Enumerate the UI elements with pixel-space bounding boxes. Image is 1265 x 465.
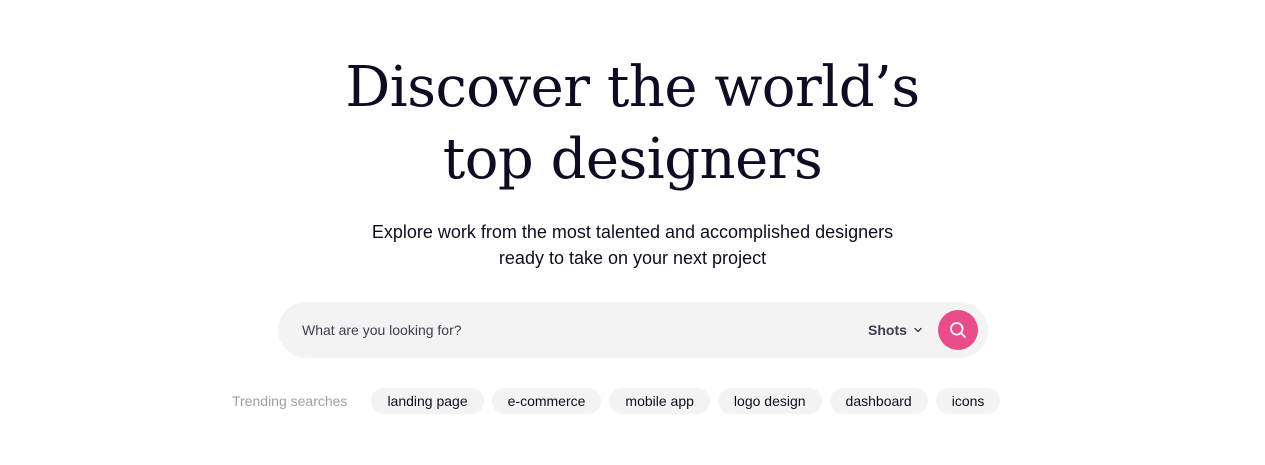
search-scope-dropdown[interactable]: Shots	[868, 318, 923, 342]
search-icon	[950, 322, 966, 338]
trending-label: Trending searches	[232, 393, 348, 409]
headline-line-2: top designers	[442, 127, 823, 192]
trending-tag-landing-page[interactable]: landing page	[371, 388, 484, 414]
search-bar: Shots	[278, 302, 988, 358]
trending-tag-logo-design[interactable]: logo design	[717, 388, 822, 414]
trending-tag-dashboard[interactable]: dashboard	[829, 388, 928, 414]
trending-tag-icons[interactable]: icons	[935, 388, 1001, 414]
search-button[interactable]	[938, 310, 978, 350]
trending-searches: Trending searches landing page e-commerc…	[232, 388, 1001, 414]
trending-tag-list: landing page e-commerce mobile app logo …	[371, 388, 1001, 414]
subtitle-line-2: ready to take on your next project	[498, 248, 767, 268]
trending-tag-e-commerce[interactable]: e-commerce	[491, 388, 602, 414]
subtitle-line-1: Explore work from the most talented and …	[371, 222, 894, 242]
headline-line-1: Discover the world’s	[345, 55, 920, 120]
hero-subtitle: Explore work from the most talented and …	[0, 219, 1265, 271]
page-headline: Discover the world’s top designers	[0, 52, 1265, 196]
search-scope-label: Shots	[868, 322, 907, 338]
trending-tag-mobile-app[interactable]: mobile app	[609, 388, 710, 414]
search-input[interactable]	[302, 302, 842, 358]
chevron-down-icon	[914, 327, 922, 333]
